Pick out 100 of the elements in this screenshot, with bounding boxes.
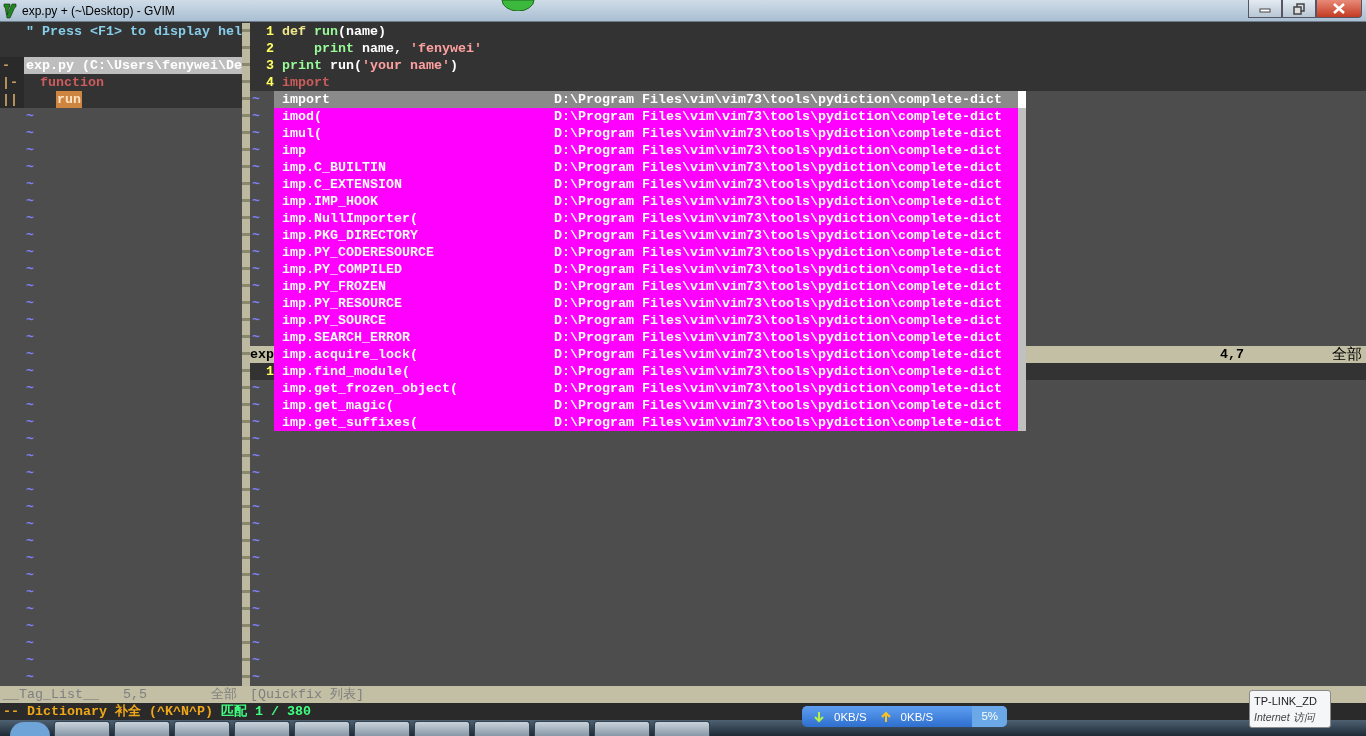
completion-item[interactable]: import D:\Program Files\vim\vim73\tools\pydiction\complete-dict bbox=[274, 91, 1018, 108]
cursor-position: 5,5 bbox=[123, 686, 147, 703]
tag-entry[interactable]: run bbox=[56, 91, 82, 108]
tilde: ~ bbox=[25, 669, 34, 686]
completion-item[interactable]: imp.acquire_lock( D:\Program Files\vim\vim73\tools\pydiction\complete-dict bbox=[274, 346, 1018, 363]
tilde: ~ bbox=[25, 142, 34, 159]
tilde: ~ bbox=[25, 295, 34, 312]
tilde: ~ bbox=[251, 176, 260, 193]
line-number: 3 bbox=[265, 57, 275, 74]
tilde: ~ bbox=[25, 635, 34, 652]
completion-item[interactable]: imp.get_magic( D:\Program Files\vim\vim73\tools\pydiction\complete-dict bbox=[274, 397, 1018, 414]
tilde: ~ bbox=[251, 652, 260, 669]
completion-item[interactable]: imp.PY_CODERESOURCE D:\Program Files\vim\vim73\tools\pydiction\complete-dict bbox=[274, 244, 1018, 261]
tilde: ~ bbox=[25, 499, 34, 516]
tilde: ~ bbox=[25, 567, 34, 584]
taskbar-button[interactable] bbox=[594, 721, 650, 736]
completion-item[interactable]: imp.PY_COMPILED D:\Program Files\vim\vim73\tools\pydiction\complete-dict bbox=[274, 261, 1018, 278]
tilde: ~ bbox=[251, 125, 260, 142]
tilde: ~ bbox=[25, 448, 34, 465]
tilde: ~ bbox=[25, 108, 34, 125]
taskbar-button[interactable] bbox=[54, 721, 110, 736]
tilde: ~ bbox=[25, 397, 34, 414]
code-line: import bbox=[282, 74, 330, 91]
completion-item[interactable]: imp.PY_RESOURCE D:\Program Files\vim\vim73\tools\pydiction\complete-dict bbox=[274, 295, 1018, 312]
taskbar-button[interactable] bbox=[414, 721, 470, 736]
tilde: ~ bbox=[25, 312, 34, 329]
tilde: ~ bbox=[251, 159, 260, 176]
tilde: ~ bbox=[25, 278, 34, 295]
tilde: ~ bbox=[251, 499, 260, 516]
line-number: 1 bbox=[265, 363, 275, 380]
file-entry[interactable]: exp.py (C:\Users\fenywei\De bbox=[24, 57, 242, 74]
tilde: ~ bbox=[251, 244, 260, 261]
start-button[interactable] bbox=[10, 722, 50, 736]
window-name: [Quickfix 列表] bbox=[250, 686, 364, 703]
completion-item[interactable]: imp.get_suffixes( D:\Program Files\vim\vim73\tools\pydiction\complete-dict bbox=[274, 414, 1018, 431]
usage-percent: 5% bbox=[972, 706, 1007, 727]
tilde: ~ bbox=[25, 363, 34, 380]
taskbar-button[interactable] bbox=[654, 721, 710, 736]
tilde: ~ bbox=[251, 193, 260, 210]
tilde: ~ bbox=[251, 278, 260, 295]
completion-item[interactable]: imp.C_EXTENSION D:\Program Files\vim\vim73\tools\pydiction\complete-dict bbox=[274, 176, 1018, 193]
taskbar-button[interactable] bbox=[114, 721, 170, 736]
minimize-button[interactable] bbox=[1248, 0, 1282, 18]
scrollbar-thumb[interactable] bbox=[1018, 91, 1026, 108]
upload-speed: 0KB/S bbox=[900, 710, 934, 723]
completion-item[interactable]: imod( D:\Program Files\vim\vim73\tools\pydiction\complete-dict bbox=[274, 108, 1018, 125]
taskbar-button[interactable] bbox=[354, 721, 410, 736]
completion-item[interactable]: imp.C_BUILTIN D:\Program Files\vim\vim73\tools\pydiction\complete-dict bbox=[274, 159, 1018, 176]
taskbar-button[interactable] bbox=[474, 721, 530, 736]
tilde: ~ bbox=[251, 533, 260, 550]
tilde: ~ bbox=[25, 431, 34, 448]
download-speed: 0KB/S bbox=[834, 710, 867, 723]
code-line: print name, 'fenywei' bbox=[313, 40, 482, 57]
tilde: ~ bbox=[25, 584, 34, 601]
window-name: __Tag_List__ bbox=[3, 686, 99, 703]
tilde: ~ bbox=[25, 193, 34, 210]
tooltip-subtitle: Internet 访问 bbox=[1254, 710, 1317, 725]
tilde: ~ bbox=[25, 176, 34, 193]
orb-icon bbox=[501, 0, 535, 11]
completion-item[interactable]: imp D:\Program Files\vim\vim73\tools\pydiction\complete-dict bbox=[274, 142, 1018, 159]
taskbar-button[interactable] bbox=[174, 721, 230, 736]
line-number: 1 bbox=[265, 23, 275, 40]
scroll-percent: 全部 bbox=[211, 686, 237, 703]
popup-scrollbar[interactable] bbox=[1018, 91, 1026, 431]
completion-item[interactable]: imp.get_frozen_object( D:\Program Files\vim\vim73\tools\pydiction\complete-dict bbox=[274, 380, 1018, 397]
fold-marker: |- bbox=[0, 74, 24, 91]
tilde: ~ bbox=[251, 261, 260, 278]
tilde: ~ bbox=[251, 516, 260, 533]
tilde: ~ bbox=[251, 550, 260, 567]
completion-item[interactable]: imp.SEARCH_ERROR D:\Program Files\vim\vim73\tools\pydiction\complete-dict bbox=[274, 329, 1018, 346]
completion-item[interactable]: imp.find_module( D:\Program Files\vim\vim73\tools\pydiction\complete-dict bbox=[274, 363, 1018, 380]
completion-item[interactable]: imp.IMP_HOOK D:\Program Files\vim\vim73\tools\pydiction\complete-dict bbox=[274, 193, 1018, 210]
fold-marker: || bbox=[0, 91, 24, 108]
close-button[interactable] bbox=[1316, 0, 1362, 18]
tilde: ~ bbox=[251, 669, 260, 686]
tilde: ~ bbox=[25, 465, 34, 482]
taskbar-button[interactable] bbox=[534, 721, 590, 736]
help-text: " Press <F1> to display hel bbox=[26, 23, 242, 40]
tilde: ~ bbox=[251, 142, 260, 159]
code-line: print run('your name') bbox=[282, 57, 458, 74]
tilde: ~ bbox=[251, 210, 260, 227]
completion-item[interactable]: imp.PY_SOURCE D:\Program Files\vim\vim73\tools\pydiction\complete-dict bbox=[274, 312, 1018, 329]
completion-item[interactable]: imp.PKG_DIRECTORY D:\Program Files\vim\vim73\tools\pydiction\complete-dict bbox=[274, 227, 1018, 244]
tilde: ~ bbox=[25, 601, 34, 618]
restore-button[interactable] bbox=[1282, 0, 1316, 18]
close-icon bbox=[1332, 3, 1346, 14]
tag-entry[interactable]: function bbox=[40, 74, 104, 91]
tilde: ~ bbox=[251, 567, 260, 584]
completion-item[interactable]: imp.PY_FROZEN D:\Program Files\vim\vim73\tools\pydiction\complete-dict bbox=[274, 278, 1018, 295]
taskbar-button[interactable] bbox=[294, 721, 350, 736]
fold-marker: - bbox=[0, 57, 24, 74]
tilde: ~ bbox=[251, 431, 260, 448]
tilde: ~ bbox=[25, 346, 34, 363]
tilde: ~ bbox=[25, 652, 34, 669]
tilde: ~ bbox=[251, 380, 260, 397]
tilde: ~ bbox=[25, 533, 34, 550]
completion-item[interactable]: imul( D:\Program Files\vim\vim73\tools\pydiction\complete-dict bbox=[274, 125, 1018, 142]
taskbar-button[interactable] bbox=[234, 721, 290, 736]
completion-item[interactable]: imp.NullImporter( D:\Program Files\vim\vim73\tools\pydiction\complete-dict bbox=[274, 210, 1018, 227]
tilde: ~ bbox=[251, 91, 260, 108]
